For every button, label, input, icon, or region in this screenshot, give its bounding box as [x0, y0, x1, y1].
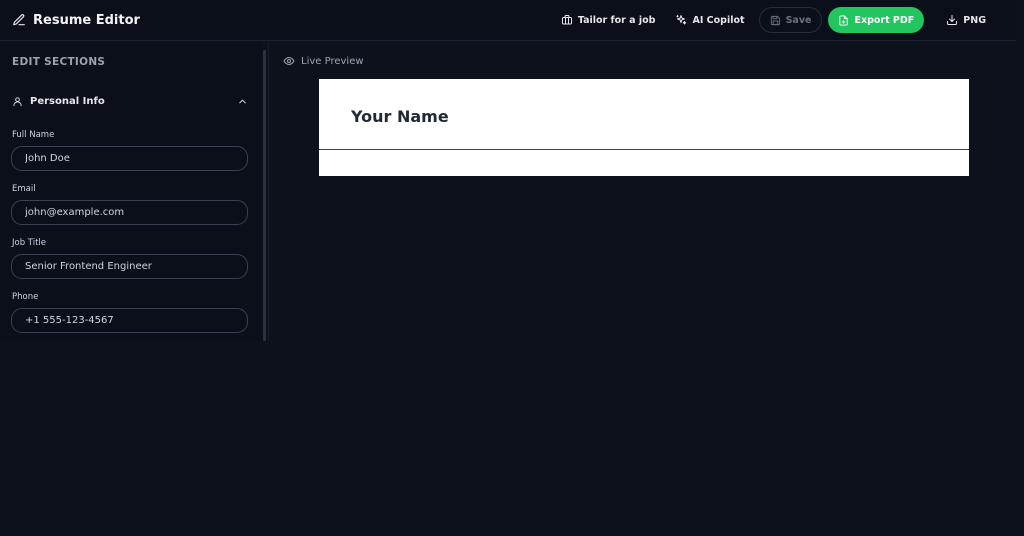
save-label: Save: [785, 14, 812, 26]
email-label: Email: [12, 184, 36, 194]
export-png-button[interactable]: PNG: [936, 7, 996, 33]
live-preview-label: Live Preview: [283, 55, 364, 67]
eye-icon: [283, 55, 295, 67]
brand: Resume Editor: [12, 13, 140, 28]
top-bar: Resume Editor Tailor for a job AI Copilo…: [0, 0, 1016, 41]
png-label: PNG: [963, 14, 986, 26]
phone-input[interactable]: [11, 308, 248, 333]
edit-sidebar: EDIT SECTIONS Personal Info Full Name Em…: [0, 42, 262, 341]
full-name-label: Full Name: [12, 130, 55, 140]
phone-label: Phone: [12, 292, 39, 302]
window-edge: [1016, 0, 1024, 536]
export-pdf-button[interactable]: Export PDF: [828, 7, 925, 33]
email-input[interactable]: [11, 200, 248, 225]
job-title-label: Job Title: [12, 238, 47, 248]
tailor-label: Tailor for a job: [577, 14, 656, 26]
sparkles-icon: [675, 14, 687, 26]
resume-name-heading: Your Name: [351, 107, 449, 126]
job-title-input[interactable]: [11, 254, 248, 279]
sidebar-divider: [268, 42, 269, 341]
floppy-disk-icon: [770, 15, 781, 26]
export-pdf-label: Export PDF: [854, 14, 915, 26]
live-preview-text: Live Preview: [301, 55, 364, 67]
download-icon: [946, 14, 958, 26]
toolbar: Tailor for a job AI Copilot Save Export …: [551, 7, 996, 33]
full-name-input[interactable]: [11, 146, 248, 171]
ai-copilot-label: AI Copilot: [692, 14, 745, 26]
app-title: Resume Editor: [33, 12, 140, 28]
file-plus-icon: [838, 14, 849, 26]
edit-sections-heading: EDIT SECTIONS: [12, 56, 106, 68]
tailor-for-job-button[interactable]: Tailor for a job: [551, 7, 666, 33]
resume-preview-page: Your Name: [319, 79, 969, 176]
chevron-up-icon: [237, 96, 248, 107]
scrollbar-thumb[interactable]: [263, 50, 266, 341]
personal-info-toggle[interactable]: Personal Info: [12, 93, 248, 109]
pencil-icon: [12, 13, 26, 27]
save-button[interactable]: Save: [758, 7, 823, 33]
header-divider: [319, 149, 969, 150]
personal-info-label: Personal Info: [30, 95, 105, 107]
briefcase-icon: [561, 14, 573, 26]
user-icon: [12, 96, 23, 107]
ai-copilot-button[interactable]: AI Copilot: [665, 7, 754, 33]
